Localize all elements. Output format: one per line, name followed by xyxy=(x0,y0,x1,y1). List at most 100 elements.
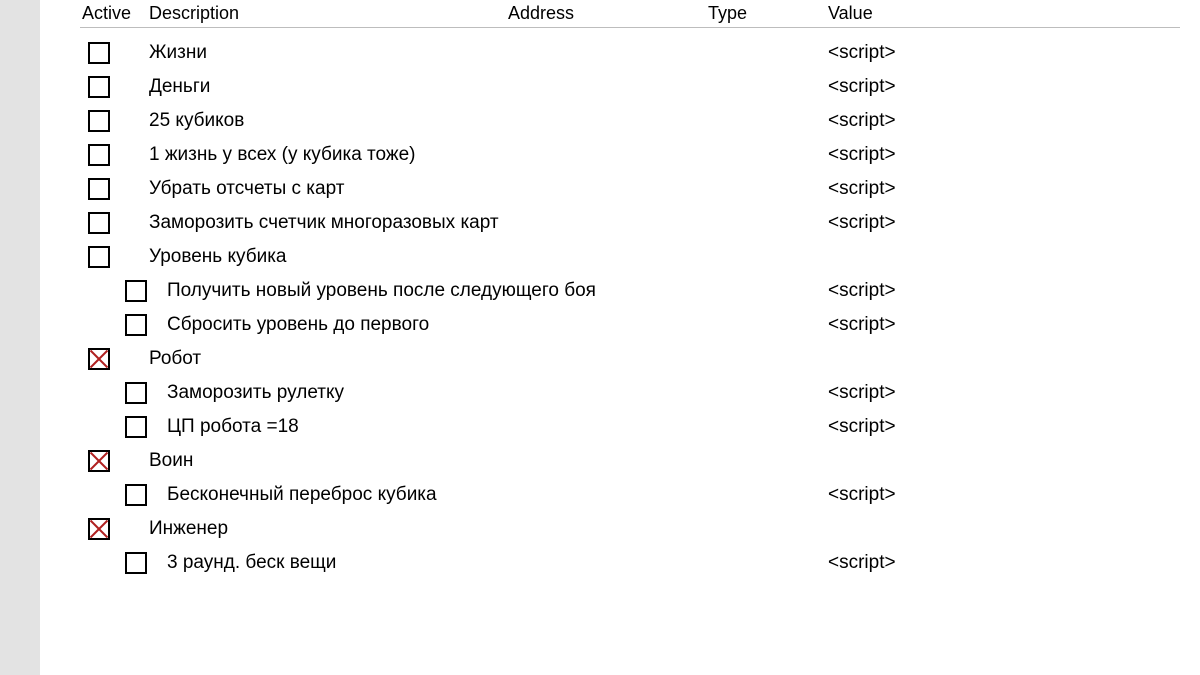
active-checkbox[interactable] xyxy=(125,484,147,506)
active-checkbox[interactable] xyxy=(125,552,147,574)
value-cell: <script> xyxy=(822,212,1180,234)
description-text: Заморозить рулетку xyxy=(149,382,344,403)
table-row[interactable]: Получить новый уровень после следующего … xyxy=(80,274,1180,308)
active-cell xyxy=(80,110,143,132)
active-checkbox[interactable] xyxy=(88,42,110,64)
description-cell: Деньги xyxy=(143,76,502,98)
description-cell: Робот xyxy=(143,348,502,370)
active-cell xyxy=(80,280,143,302)
value-cell: <script> xyxy=(822,76,1180,98)
column-header-type[interactable]: Type xyxy=(702,3,822,24)
value-cell: <script> xyxy=(822,382,1180,404)
value-cell: <script> xyxy=(822,178,1180,200)
description-cell: 3 раунд. беск вещи xyxy=(143,552,502,574)
column-header-active[interactable]: Active xyxy=(80,3,143,24)
cheat-table: Active Description Address Type Value Жи… xyxy=(80,0,1180,580)
table-row[interactable]: Воин xyxy=(80,444,1180,478)
table-row[interactable]: Бесконечный переброс кубика <script> xyxy=(80,478,1180,512)
description-text: Получить новый уровень после следующего … xyxy=(149,280,596,301)
active-checkbox[interactable] xyxy=(125,280,147,302)
description-cell: Воин xyxy=(143,450,502,472)
description-cell: Инженер xyxy=(143,518,502,540)
description-text: Инженер xyxy=(149,518,228,539)
table-row[interactable]: Убрать отсчеты с карт <script> xyxy=(80,172,1180,206)
table-row[interactable]: 25 кубиков <script> xyxy=(80,104,1180,138)
active-checkbox[interactable] xyxy=(125,382,147,404)
active-cell xyxy=(80,144,143,166)
description-cell: 25 кубиков xyxy=(143,110,502,132)
description-text: Робот xyxy=(149,348,201,369)
active-cell xyxy=(80,76,143,98)
table-row[interactable]: Жизни <script> xyxy=(80,36,1180,70)
active-checkbox[interactable] xyxy=(88,212,110,234)
description-cell: Убрать отсчеты с карт xyxy=(143,178,502,200)
active-cell xyxy=(80,382,143,404)
description-cell: Сбросить уровень до первого xyxy=(143,314,502,336)
table-header-row: Active Description Address Type Value xyxy=(80,0,1180,28)
value-cell: <script> xyxy=(822,280,1180,302)
margin-shade xyxy=(0,0,40,675)
description-cell: Жизни xyxy=(143,42,502,64)
table-row[interactable]: Деньги <script> xyxy=(80,70,1180,104)
description-cell: 1 жизнь у всех (у кубика тоже) xyxy=(143,144,502,166)
description-text: Заморозить счетчик многоразовых карт xyxy=(149,212,499,233)
description-cell: Уровень кубика xyxy=(143,246,502,268)
active-checkbox[interactable] xyxy=(88,246,110,268)
table-body: Жизни <script> Деньги <script> 25 кубиков <sc… xyxy=(80,28,1180,580)
description-text: Жизни xyxy=(149,42,207,63)
active-checkbox[interactable] xyxy=(88,110,110,132)
description-text: Деньги xyxy=(149,76,210,97)
active-checkbox[interactable] xyxy=(88,76,110,98)
column-header-address[interactable]: Address xyxy=(502,3,702,24)
table-row[interactable]: Робот xyxy=(80,342,1180,376)
value-cell: <script> xyxy=(822,314,1180,336)
active-checkbox[interactable] xyxy=(125,314,147,336)
active-cell xyxy=(80,348,143,370)
active-checkbox[interactable] xyxy=(88,450,110,472)
active-cell xyxy=(80,178,143,200)
table-row[interactable]: Инженер xyxy=(80,512,1180,546)
table-row[interactable]: ЦП робота =18 <script> xyxy=(80,410,1180,444)
active-cell xyxy=(80,212,143,234)
active-cell xyxy=(80,518,143,540)
active-checkbox[interactable] xyxy=(88,144,110,166)
active-cell xyxy=(80,416,143,438)
active-checkbox[interactable] xyxy=(88,518,110,540)
value-cell: <script> xyxy=(822,144,1180,166)
active-cell xyxy=(80,484,143,506)
active-checkbox[interactable] xyxy=(88,348,110,370)
active-cell xyxy=(80,314,143,336)
value-cell: <script> xyxy=(822,416,1180,438)
table-row[interactable]: Заморозить рулетку <script> xyxy=(80,376,1180,410)
value-cell: <script> xyxy=(822,552,1180,574)
table-row[interactable]: 3 раунд. беск вещи <script> xyxy=(80,546,1180,580)
table-row[interactable]: Сбросить уровень до первого <script> xyxy=(80,308,1180,342)
table-row[interactable]: Заморозить счетчик многоразовых карт <scr… xyxy=(80,206,1180,240)
table-row[interactable]: Уровень кубика xyxy=(80,240,1180,274)
value-cell: <script> xyxy=(822,110,1180,132)
description-text: Убрать отсчеты с карт xyxy=(149,178,344,199)
column-header-description[interactable]: Description xyxy=(143,3,502,24)
description-text: 1 жизнь у всех (у кубика тоже) xyxy=(149,144,416,165)
description-text: 3 раунд. беск вещи xyxy=(149,552,336,573)
description-cell: Заморозить рулетку xyxy=(143,382,502,404)
description-cell: Заморозить счетчик многоразовых карт xyxy=(143,212,502,234)
column-header-value[interactable]: Value xyxy=(822,3,1180,24)
description-text: 25 кубиков xyxy=(149,110,244,131)
description-text: ЦП робота =18 xyxy=(149,416,299,437)
description-text: Сбросить уровень до первого xyxy=(149,314,429,335)
description-text: Бесконечный переброс кубика xyxy=(149,484,437,505)
table-row[interactable]: 1 жизнь у всех (у кубика тоже) <script> xyxy=(80,138,1180,172)
description-cell: ЦП робота =18 xyxy=(143,416,502,438)
active-cell xyxy=(80,42,143,64)
description-cell: Бесконечный переброс кубика xyxy=(143,484,502,506)
active-checkbox[interactable] xyxy=(125,416,147,438)
value-cell: <script> xyxy=(822,484,1180,506)
value-cell: <script> xyxy=(822,42,1180,64)
active-checkbox[interactable] xyxy=(88,178,110,200)
description-text: Уровень кубика xyxy=(149,246,287,267)
description-cell: Получить новый уровень после следующего … xyxy=(143,280,502,302)
active-cell xyxy=(80,246,143,268)
active-cell xyxy=(80,450,143,472)
active-cell xyxy=(80,552,143,574)
